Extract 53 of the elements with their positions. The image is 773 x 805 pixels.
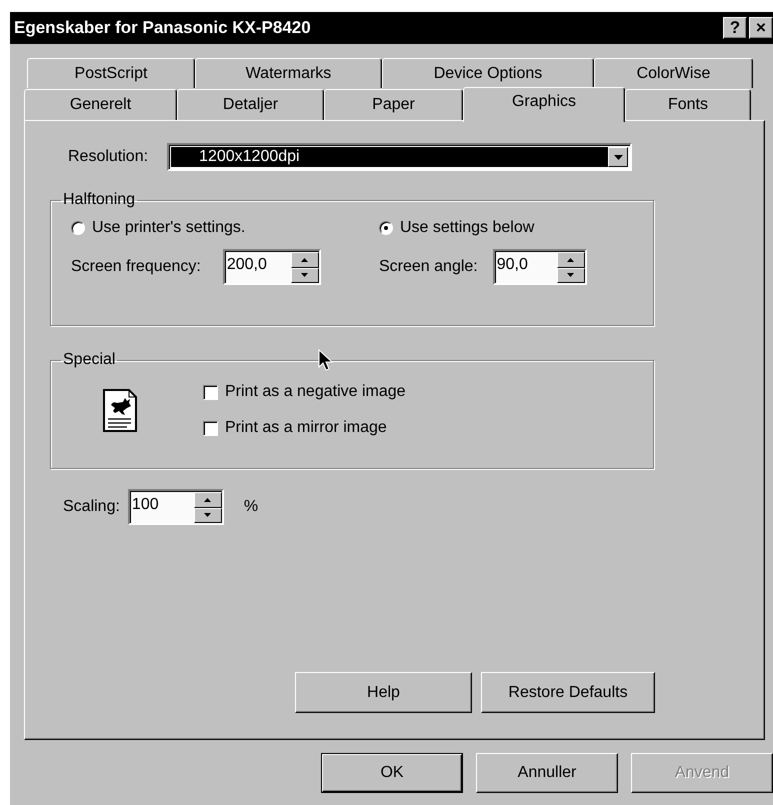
checkbox-option[interactable]: Print as a negative image bbox=[203, 383, 406, 401]
spin-down-button[interactable] bbox=[290, 268, 319, 283]
ok-button[interactable]: OK bbox=[321, 753, 463, 793]
number-field[interactable]: 90,0 bbox=[494, 251, 557, 283]
help-button[interactable]: ? bbox=[723, 17, 747, 39]
tab[interactable]: Detaljer bbox=[177, 89, 324, 120]
tab[interactable]: PostScript bbox=[27, 58, 195, 88]
tab[interactable]: Generelt bbox=[24, 89, 177, 120]
field-label: Screen angle: bbox=[379, 258, 478, 276]
cancel-button[interactable]: Annuller bbox=[476, 753, 618, 793]
tab[interactable]: Device Options bbox=[382, 58, 594, 88]
spin-box[interactable]: 200,0 bbox=[222, 249, 321, 285]
tab[interactable]: Paper bbox=[324, 89, 463, 120]
down-arrow-icon bbox=[204, 513, 212, 518]
restore-defaults-button[interactable]: Restore Defaults bbox=[481, 672, 655, 713]
group-title: Halftoning bbox=[62, 191, 136, 209]
radio-button[interactable] bbox=[71, 221, 85, 235]
spin-box[interactable]: 100 bbox=[128, 489, 224, 525]
radio-button[interactable] bbox=[379, 221, 393, 235]
tab[interactable]: ColorWise bbox=[594, 58, 753, 88]
tab[interactable]: Fonts bbox=[625, 89, 751, 120]
close-button[interactable]: × bbox=[749, 17, 773, 39]
radio-option[interactable]: Use printer's settings. bbox=[71, 219, 379, 237]
mouse-cursor-icon bbox=[318, 349, 334, 373]
field-label: Scaling: bbox=[63, 498, 120, 516]
spin-down-button[interactable] bbox=[194, 508, 222, 523]
up-arrow-icon bbox=[204, 498, 212, 502]
number-field[interactable]: 100 bbox=[130, 491, 194, 523]
spin-up-button[interactable] bbox=[290, 252, 319, 268]
spin-down-button[interactable] bbox=[556, 268, 585, 283]
up-arrow-icon bbox=[301, 258, 308, 262]
down-arrow-icon bbox=[567, 273, 574, 278]
window-title: Egenskaber for Panasonic KX-P8420 bbox=[14, 18, 311, 38]
up-arrow-icon bbox=[567, 258, 574, 262]
checkbox[interactable] bbox=[203, 384, 218, 400]
number-field[interactable]: 200,0 bbox=[224, 251, 291, 283]
spin-up-button[interactable] bbox=[556, 252, 585, 268]
resolution-dropdown[interactable]: 1200x1200dpi bbox=[167, 143, 632, 171]
document-icon bbox=[103, 389, 137, 432]
down-arrow-icon bbox=[301, 273, 308, 278]
field-label: Resolution: bbox=[68, 148, 148, 166]
radio-option[interactable]: Use settings below bbox=[379, 219, 641, 237]
spin-box[interactable]: 90,0 bbox=[492, 249, 587, 285]
unit-label: % bbox=[244, 498, 258, 516]
field-label: Screen frequency: bbox=[71, 258, 201, 276]
help-button[interactable]: Help bbox=[295, 672, 472, 713]
dropdown-arrow-icon bbox=[614, 154, 623, 160]
spin-up-button[interactable] bbox=[194, 492, 222, 508]
checkbox-option[interactable]: Print as a mirror image bbox=[203, 419, 406, 437]
checkbox[interactable] bbox=[203, 420, 218, 436]
group-title: Special bbox=[62, 351, 116, 369]
tab[interactable]: Watermarks bbox=[195, 58, 382, 88]
tab[interactable]: Graphics bbox=[463, 87, 625, 122]
